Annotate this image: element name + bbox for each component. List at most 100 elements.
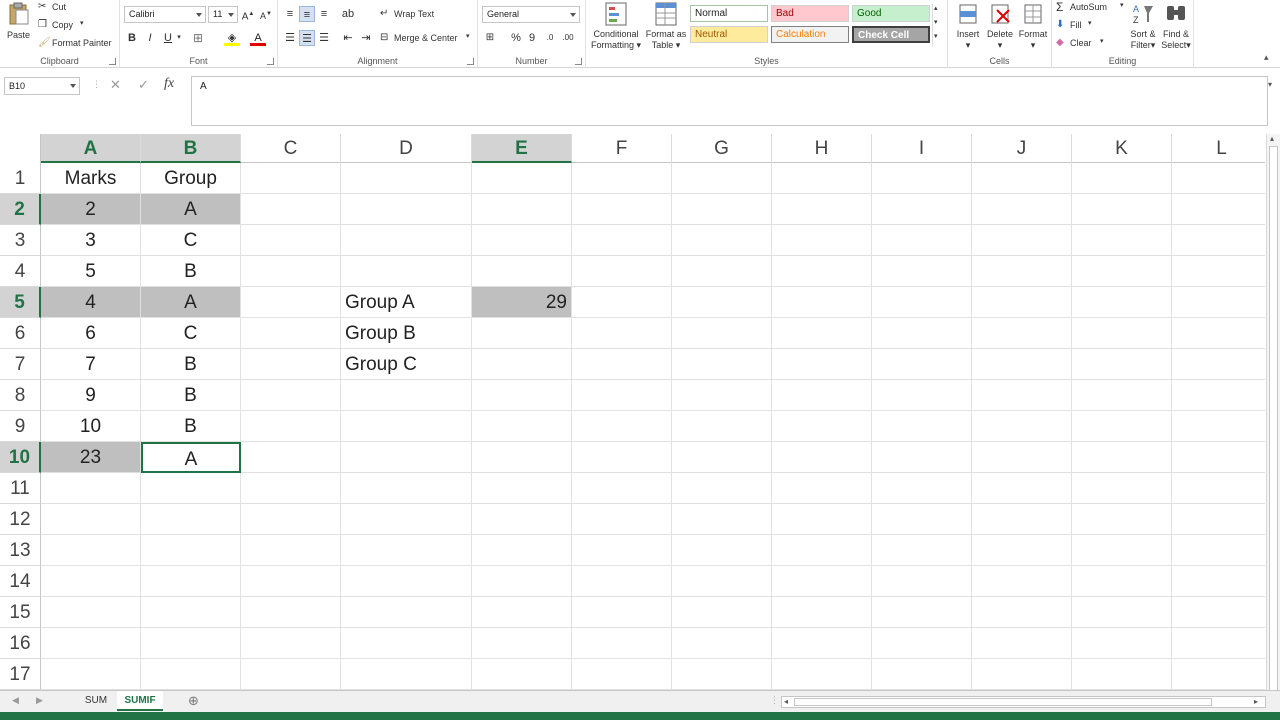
cell-j3[interactable]	[972, 225, 1072, 256]
cell-a8[interactable]: 9	[41, 380, 141, 411]
align-middle-icon[interactable]: ≡	[299, 6, 315, 22]
add-sheet-icon[interactable]: ⊕	[188, 693, 199, 709]
cell-k3[interactable]	[1072, 225, 1172, 256]
cell-k14[interactable]	[1072, 566, 1172, 597]
borders-icon[interactable]: ⊞	[190, 30, 206, 46]
cell-l15[interactable]	[1172, 597, 1265, 628]
cell-l1[interactable]	[1172, 163, 1265, 194]
style-neutral[interactable]: Neutral	[690, 26, 768, 43]
cell-j2[interactable]	[972, 194, 1072, 225]
cell-d14[interactable]	[341, 566, 472, 597]
cell-j11[interactable]	[972, 473, 1072, 504]
cell-f12[interactable]	[572, 504, 672, 535]
cell-d12[interactable]	[341, 504, 472, 535]
cell-c13[interactable]	[241, 535, 341, 566]
vertical-scroll-thumb[interactable]	[1269, 146, 1278, 706]
cell-k7[interactable]	[1072, 349, 1172, 380]
cell-b11[interactable]	[141, 473, 241, 504]
format-as-table-button[interactable]: Format as Table ▾	[644, 2, 688, 54]
style-bad[interactable]: Bad	[771, 5, 849, 22]
row-header-4[interactable]: 4	[0, 256, 41, 287]
select-all-corner[interactable]	[0, 134, 41, 163]
align-center-icon[interactable]: ☰	[299, 30, 315, 46]
cell-j4[interactable]	[972, 256, 1072, 287]
cell-c1[interactable]	[241, 163, 341, 194]
row-header-13[interactable]: 13	[0, 535, 41, 566]
scroll-right-icon[interactable]: ▸	[1254, 697, 1258, 706]
style-check-cell[interactable]: Check Cell	[852, 26, 930, 43]
cell-j9[interactable]	[972, 411, 1072, 442]
cell-k1[interactable]	[1072, 163, 1172, 194]
cell-c15[interactable]	[241, 597, 341, 628]
conditional-formatting-button[interactable]: Conditional Formatting ▾	[588, 2, 644, 54]
italic-button[interactable]: I	[142, 30, 158, 46]
cell-d9[interactable]	[341, 411, 472, 442]
cell-g2[interactable]	[672, 194, 772, 225]
column-header-k[interactable]: K	[1072, 134, 1172, 163]
row-header-16[interactable]: 16	[0, 628, 41, 659]
cell-i4[interactable]	[872, 256, 972, 287]
cell-h1[interactable]	[772, 163, 872, 194]
align-top-icon[interactable]: ≡	[282, 6, 298, 22]
cell-c4[interactable]	[241, 256, 341, 287]
cell-f7[interactable]	[572, 349, 672, 380]
cell-l13[interactable]	[1172, 535, 1265, 566]
cell-h6[interactable]	[772, 318, 872, 349]
cell-d16[interactable]	[341, 628, 472, 659]
autosum-button[interactable]: Σ AutoSum ▾	[1056, 0, 1128, 15]
cell-a10[interactable]: 23	[41, 442, 141, 473]
cell-f13[interactable]	[572, 535, 672, 566]
cell-a11[interactable]	[41, 473, 141, 504]
align-bottom-icon[interactable]: ≡	[316, 6, 332, 22]
cell-i6[interactable]	[872, 318, 972, 349]
tab-sum[interactable]: SUM	[76, 691, 116, 711]
cell-k16[interactable]	[1072, 628, 1172, 659]
horizontal-scrollbar[interactable]: ◂ ▸	[781, 696, 1266, 708]
cell-b10[interactable]: A	[141, 442, 241, 473]
tab-split-handle[interactable]: ⋮	[770, 695, 779, 706]
cell-e2[interactable]	[472, 194, 572, 225]
row-header-7[interactable]: 7	[0, 349, 41, 380]
column-header-i[interactable]: I	[872, 134, 972, 163]
cell-d13[interactable]	[341, 535, 472, 566]
row-header-8[interactable]: 8	[0, 380, 41, 411]
cell-l6[interactable]	[1172, 318, 1265, 349]
cell-h4[interactable]	[772, 256, 872, 287]
cell-j16[interactable]	[972, 628, 1072, 659]
cell-c14[interactable]	[241, 566, 341, 597]
cell-i11[interactable]	[872, 473, 972, 504]
cell-e11[interactable]	[472, 473, 572, 504]
row-header-5[interactable]: 5	[0, 287, 41, 318]
cell-d1[interactable]	[341, 163, 472, 194]
cell-j15[interactable]	[972, 597, 1072, 628]
cell-g11[interactable]	[672, 473, 772, 504]
cell-c7[interactable]	[241, 349, 341, 380]
chevron-down-icon[interactable]: ▾	[934, 18, 938, 26]
clear-button[interactable]: ◆ Clear ▾	[1056, 37, 1116, 51]
cell-i10[interactable]	[872, 442, 972, 473]
cell-l12[interactable]	[1172, 504, 1265, 535]
cell-e14[interactable]	[472, 566, 572, 597]
cell-b16[interactable]	[141, 628, 241, 659]
cell-d17[interactable]	[341, 659, 472, 690]
column-header-l[interactable]: L	[1172, 134, 1265, 163]
cell-i8[interactable]	[872, 380, 972, 411]
cell-k8[interactable]	[1072, 380, 1172, 411]
cell-d10[interactable]	[341, 442, 472, 473]
cell-f16[interactable]	[572, 628, 672, 659]
align-right-icon[interactable]: ☰	[316, 30, 332, 46]
cell-c3[interactable]	[241, 225, 341, 256]
cell-c17[interactable]	[241, 659, 341, 690]
tab-sumif[interactable]: SUMIF	[117, 691, 163, 711]
expand-formula-bar-icon[interactable]: ▾	[1268, 80, 1272, 89]
cell-f2[interactable]	[572, 194, 672, 225]
cell-f9[interactable]	[572, 411, 672, 442]
cell-l4[interactable]	[1172, 256, 1265, 287]
cell-e7[interactable]	[472, 349, 572, 380]
wrap-text-button[interactable]: ↵ Wrap Text	[380, 8, 470, 22]
format-painter-button[interactable]: 🖌 Format Painter	[38, 37, 118, 51]
column-header-c[interactable]: C	[241, 134, 341, 163]
cell-d8[interactable]	[341, 380, 472, 411]
cell-b1[interactable]: Group	[141, 163, 241, 194]
cell-a16[interactable]	[41, 628, 141, 659]
